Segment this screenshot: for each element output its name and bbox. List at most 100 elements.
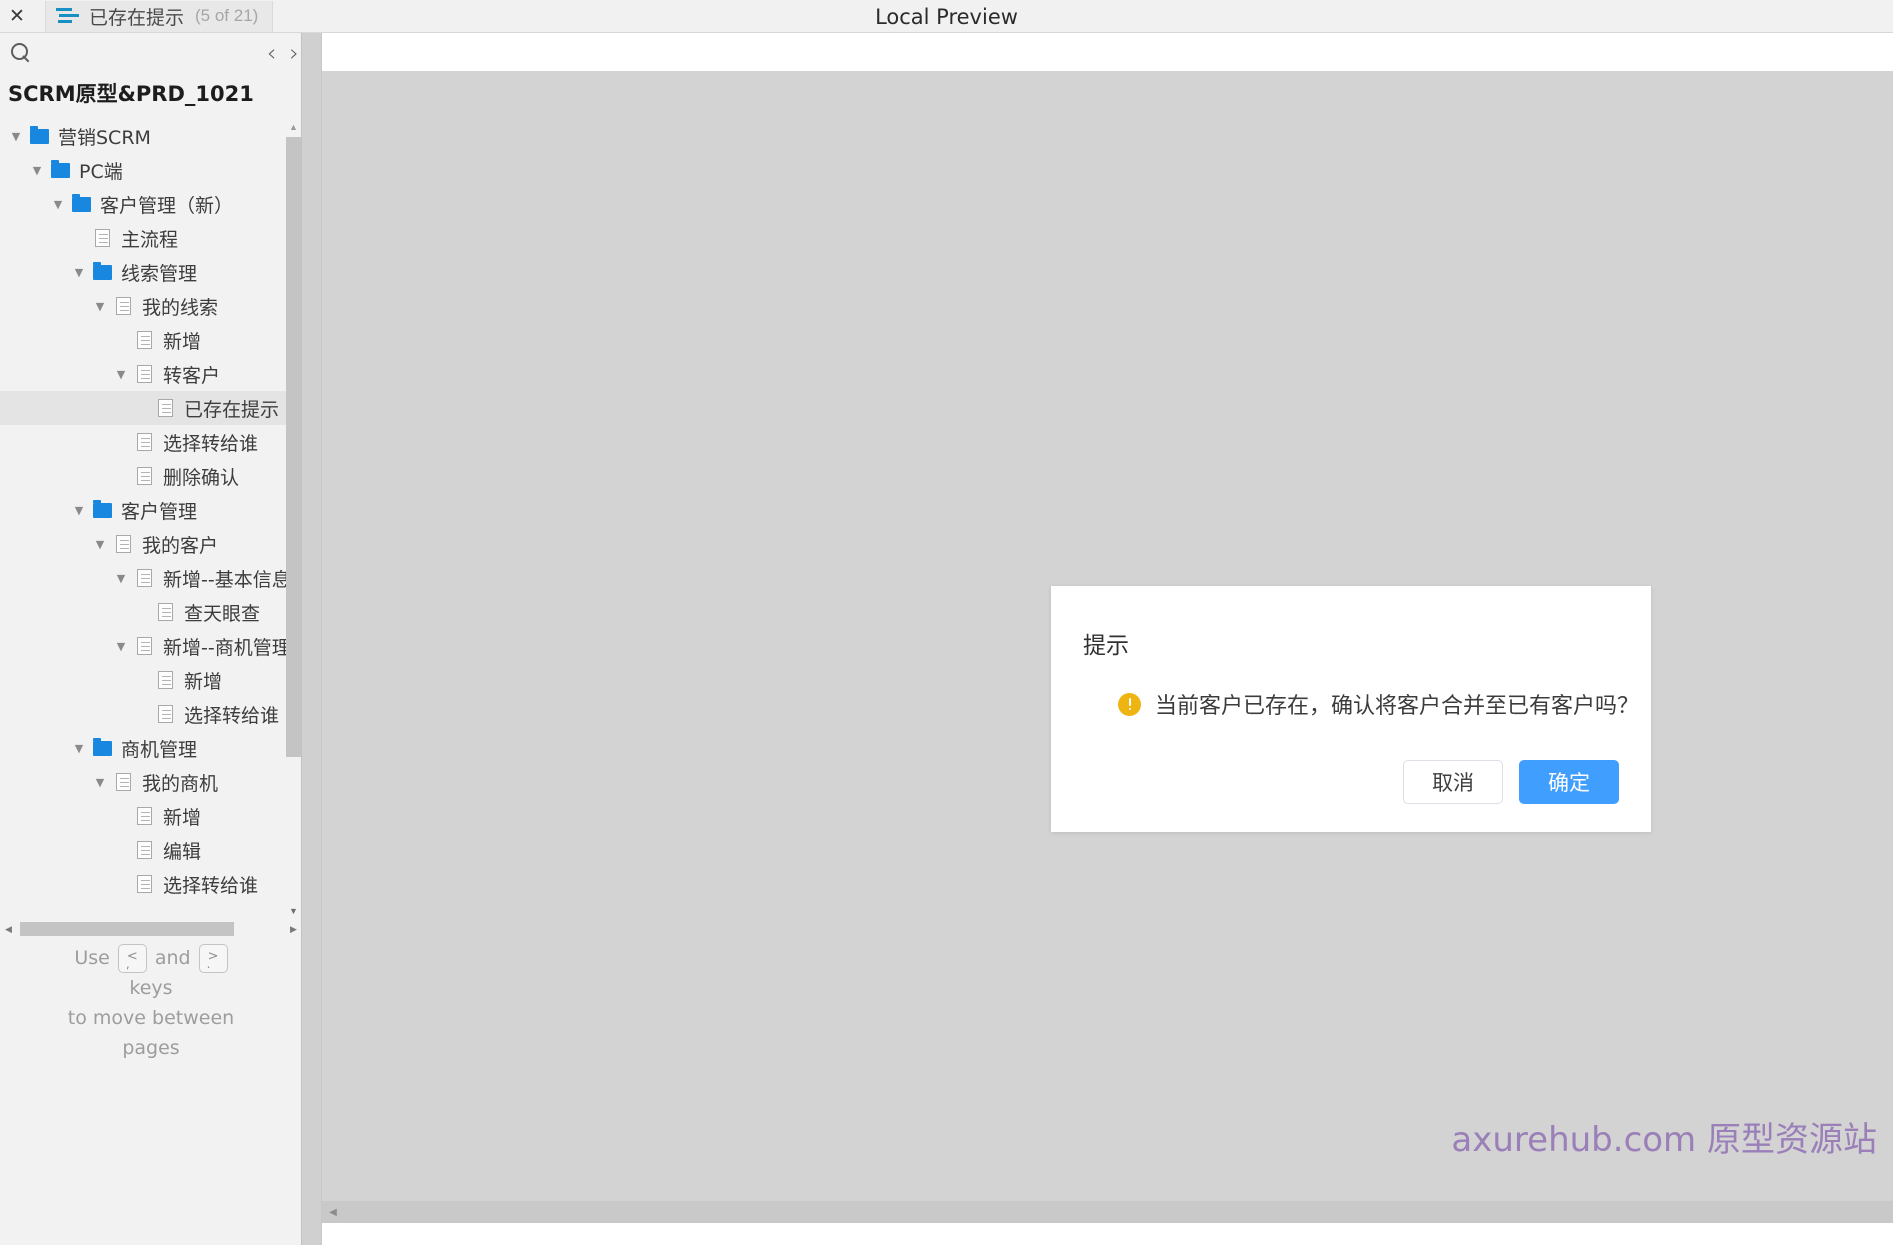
scroll-right-icon[interactable]: ▶ (285, 919, 302, 939)
tree-item[interactable]: ▼ 转客户 (0, 357, 303, 391)
hint-use: Use (74, 947, 110, 969)
tree-item-label: 删除确认 (163, 466, 240, 489)
tree-item[interactable]: ▼ 我的线索 (0, 289, 303, 323)
folder-icon (89, 261, 115, 280)
project-title: SCRM原型&PRD_1021 (8, 82, 254, 106)
chevron-down-icon[interactable]: ▼ (69, 742, 89, 755)
tree-item[interactable]: ▼已存在提示 (0, 391, 303, 425)
tree-item-label: 选择转给谁 (184, 704, 280, 727)
prev-key-sub: , (125, 956, 130, 971)
warning-icon (1118, 692, 1141, 716)
page-icon (152, 399, 178, 417)
tree-item[interactable]: ▼选择转给谁 (0, 425, 303, 459)
confirm-dialog: 提示 当前客户已存在，确认将客户合并至已有客户吗？ 取消 确定 (1051, 586, 1651, 832)
tree-item-label: 查天眼查 (184, 602, 261, 625)
canvas-horizontal-scrollbar[interactable]: ◀ (322, 1201, 1893, 1223)
page-icon (131, 467, 157, 485)
tree-item[interactable]: ▼查天眼查 (0, 595, 303, 629)
tree-item-label: 客户管理 (121, 500, 198, 523)
page-icon (131, 807, 157, 825)
page-icon (110, 535, 136, 553)
active-tab[interactable]: 已存在提示 (5 of 21) (45, 0, 274, 32)
next-key-cap: > . (198, 943, 228, 973)
tree-item[interactable]: ▼选择转给谁 (0, 697, 303, 731)
page-icon (131, 331, 157, 349)
chevron-down-icon[interactable]: ▼ (6, 130, 26, 143)
scroll-up-icon[interactable]: ▲ (286, 119, 301, 135)
tree-item-label: 商机管理 (121, 738, 198, 761)
chevron-down-icon[interactable]: ▼ (111, 572, 131, 585)
tree-item-label: 线索管理 (121, 262, 198, 285)
tree-item-label: 选择转给谁 (163, 874, 259, 897)
tree-item[interactable]: ▼新增 (0, 799, 303, 833)
tree-item[interactable]: ▼ 商机管理 (0, 731, 303, 765)
tree-item-label: 新增 (184, 670, 223, 693)
tree-item[interactable]: ▼ 我的客户 (0, 527, 303, 561)
prev-page-icon[interactable]: ‹ (267, 41, 277, 65)
chevron-down-icon[interactable]: ▼ (111, 368, 131, 381)
tree-item[interactable]: ▼新增 (0, 323, 303, 357)
tree-item[interactable]: ▼ 新增--基本信息 (0, 561, 303, 595)
chevron-down-icon[interactable]: ▼ (111, 640, 131, 653)
folder-icon (68, 193, 94, 212)
search-icon[interactable] (8, 40, 34, 66)
tree-item[interactable]: ▼ 线索管理 (0, 255, 303, 289)
scroll-down-icon[interactable]: ▼ (286, 903, 301, 919)
tree-item-label: 编辑 (163, 840, 202, 863)
canvas-scroll-left-icon[interactable]: ◀ (322, 1201, 344, 1223)
tree-item[interactable]: ▼ 我的商机 (0, 765, 303, 799)
tree-item-label: 新增--商机管理 (163, 636, 291, 659)
page-icon (152, 671, 178, 689)
tree-item[interactable]: ▼ 新增--商机管理 (0, 629, 303, 663)
hint-keys: keys (129, 977, 173, 999)
tree-item[interactable]: ▼新增 (0, 663, 303, 697)
close-icon[interactable]: ✕ (0, 0, 34, 33)
tree-item-label: 客户管理（新） (100, 194, 234, 217)
page-icon (131, 841, 157, 859)
page-icon (110, 297, 136, 315)
keyboard-hint: Use < , and > . keys to move between pag… (0, 943, 302, 1063)
tab-page-count: (5 of 21) (195, 6, 259, 25)
page-icon (152, 705, 178, 723)
hint-and: and (154, 947, 191, 969)
chevron-down-icon[interactable]: ▼ (27, 164, 47, 177)
tree-item[interactable]: ▼选择转给谁 (0, 867, 303, 901)
panel-toolbar: ‹ › (0, 33, 321, 72)
chevron-down-icon[interactable]: ▼ (90, 538, 110, 551)
prototype-canvas: 提示 当前客户已存在，确认将客户合并至已有客户吗？ 取消 确定 axurehub… (322, 71, 1893, 1223)
page-list-icon (56, 7, 79, 25)
tree-item[interactable]: ▼ 客户管理（新） (0, 187, 303, 221)
tree-hscroll-thumb[interactable] (20, 922, 234, 936)
folder-icon (89, 499, 115, 518)
tree-item-label: 新增--基本信息 (163, 568, 291, 591)
folder-icon (26, 125, 52, 144)
tree-item[interactable]: ▼ 营销SCRM (0, 119, 303, 153)
tree-item[interactable]: ▼ PC端 (0, 153, 303, 187)
cancel-button[interactable]: 取消 (1403, 760, 1503, 804)
chevron-down-icon[interactable]: ▼ (69, 504, 89, 517)
chevron-down-icon[interactable]: ▼ (90, 776, 110, 789)
tree-item[interactable]: ▼删除确认 (0, 459, 303, 493)
tree-hscroll-track[interactable] (17, 919, 285, 939)
sitemap-tree-viewport: ▼营销SCRM▼PC端▼客户管理（新）▼主流程▼线索管理▼我的线索▼新增▼转客户… (0, 119, 322, 919)
tree-vscroll-thumb[interactable] (286, 137, 301, 757)
preview-main: 提示 当前客户已存在，确认将客户合并至已有客户吗？ 取消 确定 axurehub… (322, 33, 1893, 1245)
tree-item-label: 我的商机 (142, 772, 219, 795)
page-icon (89, 229, 115, 247)
tree-horizontal-scrollbar[interactable]: ◀ ▶ (0, 919, 302, 939)
tree-item[interactable]: ▼编辑 (0, 833, 303, 867)
chevron-down-icon[interactable]: ▼ (48, 198, 68, 211)
page-icon (131, 637, 157, 655)
confirm-button[interactable]: 确定 (1519, 760, 1619, 804)
page-icon (131, 569, 157, 587)
tree-item[interactable]: ▼ 客户管理 (0, 493, 303, 527)
chevron-down-icon[interactable]: ▼ (90, 300, 110, 313)
scroll-left-icon[interactable]: ◀ (0, 919, 17, 939)
chevron-down-icon[interactable]: ▼ (69, 266, 89, 279)
prev-key-cap: < , (117, 943, 147, 973)
tree-item[interactable]: ▼主流程 (0, 221, 303, 255)
tree-item-label: 主流程 (121, 228, 179, 251)
tree-vertical-scrollbar[interactable]: ▲ ▼ (286, 119, 301, 919)
folder-icon (89, 737, 115, 756)
next-page-icon[interactable]: › (289, 41, 299, 65)
